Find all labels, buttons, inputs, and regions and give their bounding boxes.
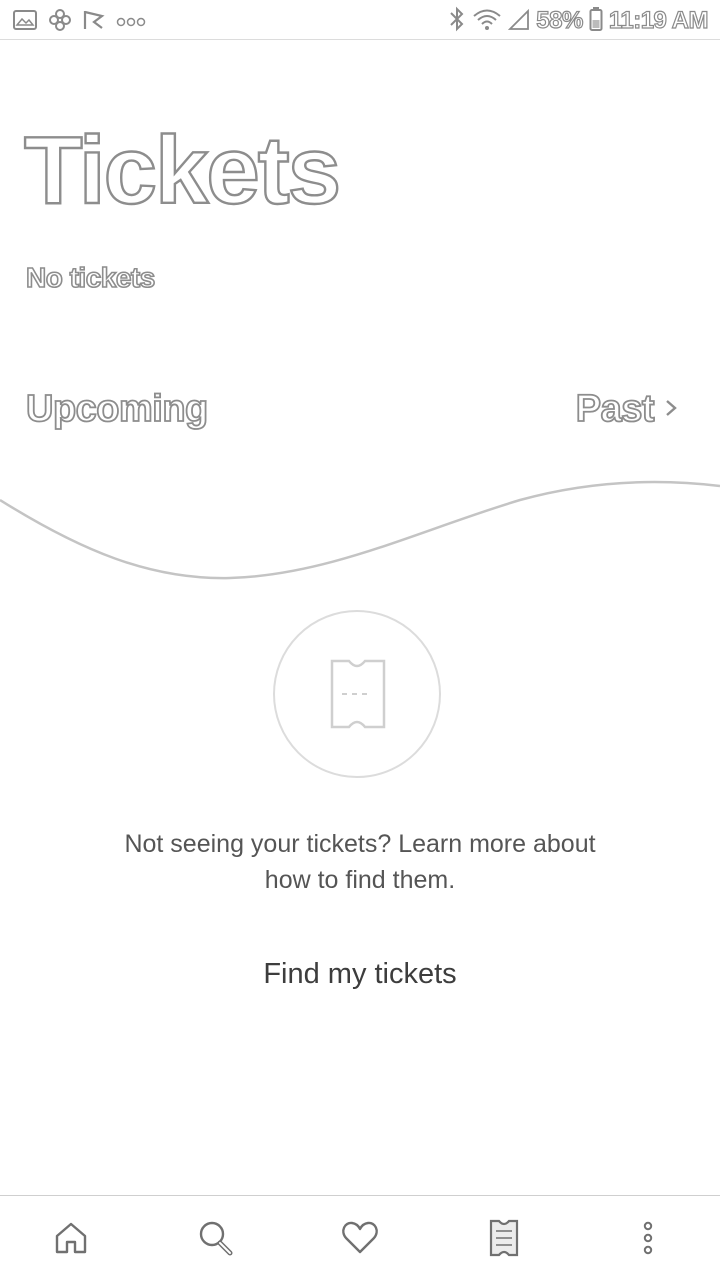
ticket-icon — [489, 1219, 519, 1257]
tab-past[interactable]: Past — [575, 387, 678, 431]
more-vertical-icon — [643, 1221, 653, 1255]
tickets-screen: 58% 11:19 AM Tickets No tickets Upcoming… — [0, 0, 720, 1280]
bottom-nav — [0, 1195, 720, 1280]
ticket-icon — [273, 610, 441, 778]
more-dots-icon — [116, 13, 146, 32]
nav-search[interactable] — [194, 1216, 238, 1260]
battery-icon — [589, 6, 603, 36]
bluetooth-icon — [448, 6, 466, 36]
home-icon — [55, 1222, 87, 1254]
wifi-icon — [472, 7, 502, 35]
status-right-icons: 58% 11:19 AM — [448, 6, 709, 36]
tickets-count-label: No tickets — [25, 261, 156, 294]
nav-tickets[interactable] — [482, 1216, 526, 1260]
empty-state-illustration — [272, 609, 442, 779]
pinwheel-icon — [48, 8, 72, 36]
page-title: Tickets — [23, 116, 343, 225]
wave-divider — [0, 480, 720, 580]
search-icon — [199, 1221, 233, 1256]
clock-time: 11:19 AM — [608, 6, 709, 34]
check-flag-icon — [82, 8, 106, 36]
battery-percent: 58% — [536, 6, 584, 34]
signal-icon — [508, 7, 530, 35]
nav-home[interactable] — [49, 1216, 93, 1260]
gallery-icon — [12, 9, 38, 35]
tab-past-label: Past — [575, 387, 656, 431]
tab-upcoming[interactable]: Upcoming — [25, 387, 209, 431]
nav-more[interactable] — [626, 1216, 670, 1260]
nav-likes[interactable] — [338, 1216, 382, 1260]
status-bar: 58% 11:19 AM — [0, 0, 720, 40]
empty-state-message: Not seeing your tickets? Learn more abou… — [124, 830, 596, 894]
find-my-tickets-button[interactable]: Find my tickets — [220, 954, 500, 995]
chevron-right-icon — [664, 397, 678, 423]
status-left-icons — [12, 8, 146, 36]
heart-icon — [342, 1221, 378, 1254]
